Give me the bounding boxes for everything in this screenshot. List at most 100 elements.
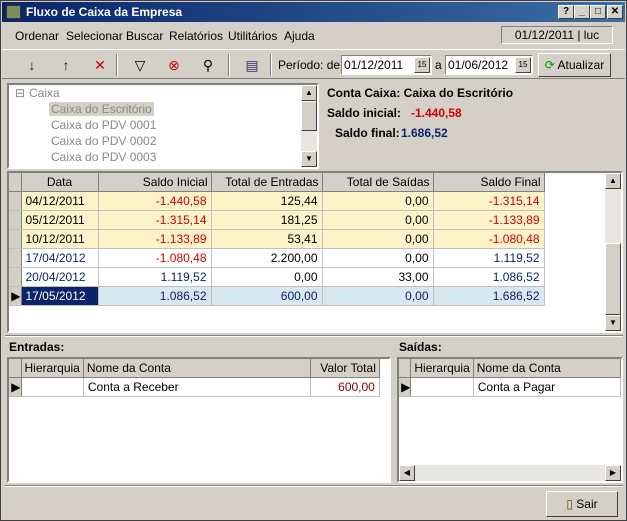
- col-total-entradas[interactable]: Total de Entradas: [211, 173, 323, 192]
- search-binoculars-icon[interactable]: ⚲: [196, 54, 220, 76]
- main-grid-scrollbar[interactable]: ▲ ▼: [605, 173, 621, 331]
- splitter[interactable]: [5, 335, 623, 337]
- cell-saldo-inicial[interactable]: 1.119,52: [98, 267, 212, 287]
- table-row[interactable]: 05/12/2011 -1.315,14 181,25 0,00 -1.133,89: [9, 210, 545, 230]
- clear-filter-icon[interactable]: ⊗: [162, 54, 186, 76]
- cell-total-entradas[interactable]: 181,25: [211, 210, 323, 230]
- saidas-grid[interactable]: Hierarquia Nome da Conta ▶ Conta a Pagar…: [397, 357, 623, 483]
- menu-ajuda[interactable]: Ajuda: [284, 29, 315, 43]
- table-row[interactable]: 10/12/2011 -1.133,89 53,41 0,00 -1.080,48: [9, 229, 545, 249]
- row-indicator-header: [399, 359, 412, 378]
- cell-total-entradas[interactable]: 0,00: [211, 267, 323, 287]
- cell-total-saidas[interactable]: 0,00: [322, 210, 434, 230]
- menu-selecionar[interactable]: Selecionar: [66, 29, 123, 43]
- scroll-down-icon[interactable]: ▼: [605, 315, 621, 331]
- scroll-left-icon[interactable]: ◀: [399, 465, 415, 481]
- col-valor-total[interactable]: Valor Total: [310, 359, 380, 378]
- cell-data[interactable]: 04/12/2011: [21, 191, 99, 211]
- cell-data[interactable]: 20/04/2012: [21, 267, 99, 287]
- filter-icon[interactable]: ▽: [128, 54, 152, 76]
- menu-buscar[interactable]: Buscar: [126, 29, 163, 43]
- cell-saldo-final[interactable]: 1.686,52: [433, 286, 545, 306]
- col-hierarquia[interactable]: Hierarquia: [21, 359, 84, 378]
- date-from-input[interactable]: 01/12/2011 15: [341, 55, 432, 75]
- cell-total-saidas[interactable]: 0,00: [322, 248, 434, 268]
- scroll-thumb[interactable]: [301, 101, 317, 131]
- cell-total-entradas[interactable]: 600,00: [211, 286, 323, 306]
- menu-relatorios[interactable]: Relatórios: [169, 29, 223, 43]
- cell-data[interactable]: 17/05/2012: [21, 286, 99, 306]
- cell-hierarquia[interactable]: [410, 377, 474, 397]
- saidas-hscrollbar[interactable]: ◀ ▶: [399, 465, 621, 481]
- sort-desc-icon[interactable]: ↑: [54, 54, 78, 76]
- cell-saldo-inicial[interactable]: -1.133,89: [98, 229, 212, 249]
- close-button[interactable]: ✕: [607, 5, 623, 19]
- maximize-button[interactable]: □: [590, 5, 606, 19]
- tree-node-pdv-0003[interactable]: Caixa do PDV 0003: [51, 150, 156, 164]
- date-to-input[interactable]: 01/06/2012 15: [445, 55, 533, 75]
- atualizar-button[interactable]: ⟳ Atualizar: [538, 53, 611, 77]
- tree-root[interactable]: Caixa: [29, 86, 60, 100]
- tree-node-escritorio[interactable]: Caixa do Escritório: [49, 102, 154, 116]
- table-row[interactable]: ▶ Conta a Receber 600,00: [9, 377, 380, 397]
- cell-hierarquia[interactable]: [21, 377, 84, 397]
- scroll-up-icon[interactable]: ▲: [301, 85, 317, 101]
- col-nome-conta[interactable]: Nome da Conta: [83, 359, 311, 378]
- calendar-icon[interactable]: 15: [414, 57, 430, 73]
- table-row[interactable]: 17/04/2012 -1.080,48 2.200,00 0,00 1.119,52: [9, 248, 545, 268]
- cell-saldo-inicial[interactable]: -1.315,14: [98, 210, 212, 230]
- cell-nome-conta[interactable]: Conta a Receber: [83, 377, 311, 397]
- col-saldo-final[interactable]: Saldo Final: [433, 173, 545, 192]
- cell-total-saidas[interactable]: 0,00: [322, 286, 434, 306]
- sort-asc-icon[interactable]: ↓: [20, 54, 44, 76]
- cell-saldo-inicial[interactable]: 1.086,52: [98, 286, 212, 306]
- cell-total-entradas[interactable]: 125,44: [211, 191, 323, 211]
- cell-saldo-inicial[interactable]: -1.440,58: [98, 191, 212, 211]
- table-row[interactable]: 20/04/2012 1.119,52 0,00 33,00 1.086,52: [9, 267, 545, 287]
- scroll-thumb[interactable]: [605, 243, 621, 315]
- cell-saldo-final[interactable]: -1.133,89: [433, 210, 545, 230]
- col-total-saidas[interactable]: Total de Saídas: [322, 173, 434, 192]
- col-data[interactable]: Data: [21, 173, 99, 192]
- col-nome-conta[interactable]: Nome da Conta: [473, 359, 621, 378]
- cell-saldo-inicial[interactable]: -1.080,48: [98, 248, 212, 268]
- help-button[interactable]: ?: [558, 5, 574, 19]
- cell-data[interactable]: 17/04/2012: [21, 248, 99, 268]
- report-icon[interactable]: ▤: [240, 54, 264, 76]
- col-hierarquia[interactable]: Hierarquia: [410, 359, 474, 378]
- cell-saldo-final[interactable]: -1.315,14: [433, 191, 545, 211]
- tree-scrollbar[interactable]: ▲ ▼: [301, 85, 317, 167]
- scroll-right-icon[interactable]: ▶: [605, 465, 621, 481]
- sair-button[interactable]: ▯ Sair: [546, 491, 618, 517]
- cell-total-saidas[interactable]: 0,00: [322, 191, 434, 211]
- minimize-button[interactable]: _: [574, 5, 590, 19]
- menu-ordenar[interactable]: Ordenar: [15, 29, 59, 43]
- cell-valor-total[interactable]: 600,00: [310, 377, 380, 397]
- cell-data[interactable]: 05/12/2011: [21, 210, 99, 230]
- main-grid[interactable]: Data Saldo Inicial Total de Entradas Tot…: [7, 171, 623, 333]
- cell-total-saidas[interactable]: 0,00: [322, 229, 434, 249]
- clear-sort-icon[interactable]: ✕: [88, 54, 112, 76]
- scroll-up-icon[interactable]: ▲: [605, 173, 621, 189]
- menu-utilitarios[interactable]: Utilitários: [228, 29, 277, 43]
- scroll-down-icon[interactable]: ▼: [301, 151, 317, 167]
- entradas-grid[interactable]: Hierarquia Nome da Conta Valor Total ▶ C…: [7, 357, 391, 483]
- calendar-icon[interactable]: 15: [515, 57, 531, 73]
- table-row[interactable]: 04/12/2011 -1.440,58 125,44 0,00 -1.315,14: [9, 191, 545, 211]
- cell-total-saidas[interactable]: 33,00: [322, 267, 434, 287]
- col-saldo-inicial[interactable]: Saldo Inicial: [98, 173, 212, 192]
- tree-node-pdv-0001[interactable]: Caixa do PDV 0001: [51, 118, 156, 132]
- cell-data[interactable]: 10/12/2011: [21, 229, 99, 249]
- cell-total-entradas[interactable]: 53,41: [211, 229, 323, 249]
- caixa-tree[interactable]: ⊟ Caixa Caixa do Escritório Caixa do PDV…: [7, 83, 319, 169]
- cell-total-entradas[interactable]: 2.200,00: [211, 248, 323, 268]
- tree-expand-icon[interactable]: ⊟: [15, 86, 25, 100]
- row-indicator-icon: ▶: [9, 286, 22, 306]
- table-row[interactable]: ▶ 17/05/2012 1.086,52 600,00 0,00 1.686,52: [9, 286, 545, 306]
- table-row[interactable]: ▶ Conta a Pagar: [399, 377, 621, 397]
- cell-saldo-final[interactable]: 1.119,52: [433, 248, 545, 268]
- cell-nome-conta[interactable]: Conta a Pagar: [473, 377, 621, 397]
- cell-saldo-final[interactable]: -1.080,48: [433, 229, 545, 249]
- cell-saldo-final[interactable]: 1.086,52: [433, 267, 545, 287]
- tree-node-pdv-0002[interactable]: Caixa do PDV 0002: [51, 134, 156, 148]
